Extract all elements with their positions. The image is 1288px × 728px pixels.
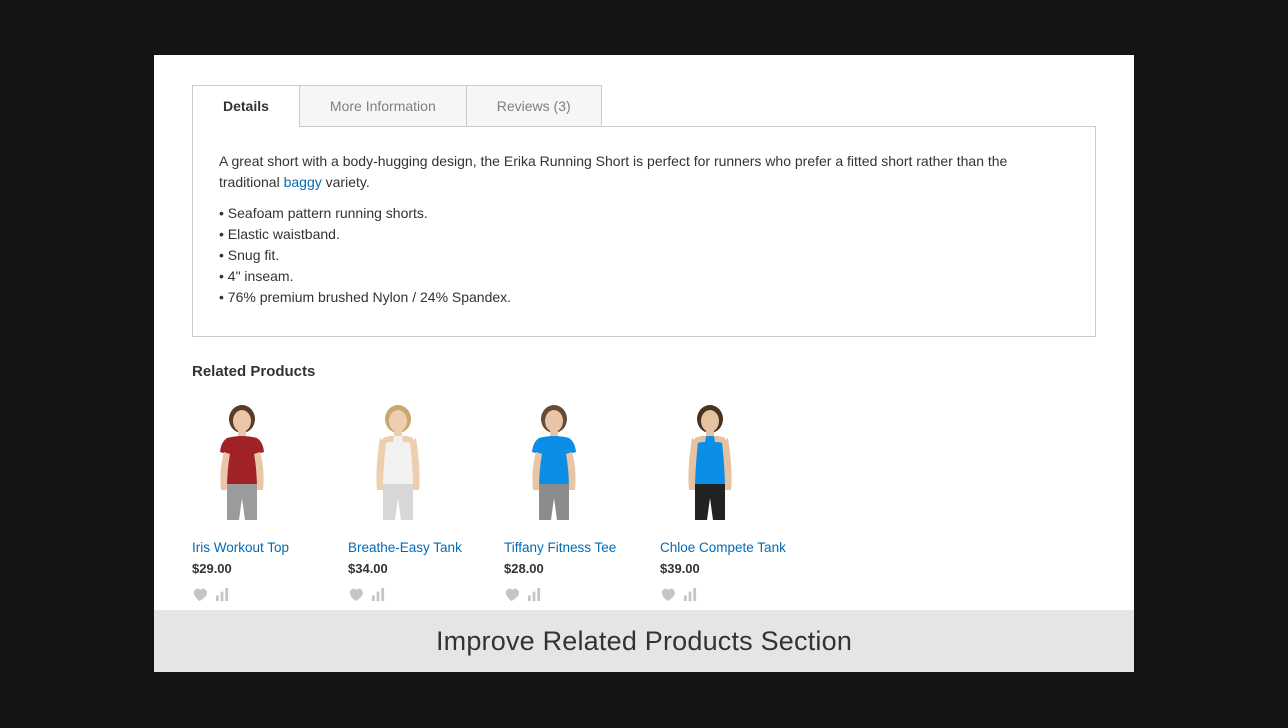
product-image[interactable]	[348, 400, 448, 530]
product-image[interactable]	[192, 400, 292, 530]
tab-more-information[interactable]: More Information	[299, 85, 467, 126]
product-price: $29.00	[192, 561, 292, 576]
feature-item: • Seafoam pattern running shorts.	[219, 203, 1069, 224]
compare-icon[interactable]	[371, 588, 386, 601]
compare-icon[interactable]	[683, 588, 698, 601]
caption-bar: Improve Related Products Section	[154, 610, 1134, 672]
product-actions	[504, 588, 604, 601]
tab-reviews[interactable]: Reviews (3)	[466, 85, 602, 126]
wishlist-icon[interactable]	[660, 588, 675, 601]
product-name-link[interactable]: Tiffany Fitness Tee	[504, 540, 604, 555]
tab-details[interactable]: Details	[192, 85, 300, 126]
product-name-link[interactable]: Iris Workout Top	[192, 540, 292, 555]
tab-bar: Details More Information Reviews (3)	[192, 85, 1096, 127]
product-page: Details More Information Reviews (3) A g…	[154, 55, 1134, 610]
product-actions	[192, 588, 292, 601]
product-name-link[interactable]: Chloe Compete Tank	[660, 540, 760, 555]
compare-icon[interactable]	[527, 588, 542, 601]
product-image[interactable]	[660, 400, 760, 530]
feature-item: • 76% premium brushed Nylon / 24% Spande…	[219, 287, 1069, 308]
feature-item: • 4" inseam.	[219, 266, 1069, 287]
description-text-after: variety.	[322, 174, 370, 190]
product-price: $34.00	[348, 561, 448, 576]
product-price: $39.00	[660, 561, 760, 576]
baggy-link[interactable]: baggy	[284, 174, 322, 190]
wishlist-icon[interactable]	[348, 588, 363, 601]
product-name-link[interactable]: Breathe-Easy Tank	[348, 540, 448, 555]
product-card: Tiffany Fitness Tee $28.00	[504, 400, 604, 601]
product-card: Chloe Compete Tank $39.00	[660, 400, 760, 601]
product-description: A great short with a body-hugging design…	[219, 151, 1069, 193]
feature-list: • Seafoam pattern running shorts.• Elast…	[219, 203, 1069, 308]
compare-icon[interactable]	[215, 588, 230, 601]
caption-text: Improve Related Products Section	[436, 626, 852, 657]
wishlist-icon[interactable]	[504, 588, 519, 601]
related-products-list: Iris Workout Top $29.00 Breathe-Easy Tan…	[192, 400, 1096, 601]
product-price: $28.00	[504, 561, 604, 576]
product-card: Iris Workout Top $29.00	[192, 400, 292, 601]
feature-item: • Snug fit.	[219, 245, 1069, 266]
wishlist-icon[interactable]	[192, 588, 207, 601]
related-products-heading: Related Products	[192, 363, 1096, 380]
content-area: Details More Information Reviews (3) A g…	[154, 55, 1134, 601]
feature-item: • Elastic waistband.	[219, 224, 1069, 245]
product-image[interactable]	[504, 400, 604, 530]
product-actions	[348, 588, 448, 601]
details-panel: A great short with a body-hugging design…	[192, 127, 1096, 337]
product-actions	[660, 588, 760, 601]
product-card: Breathe-Easy Tank $34.00	[348, 400, 448, 601]
